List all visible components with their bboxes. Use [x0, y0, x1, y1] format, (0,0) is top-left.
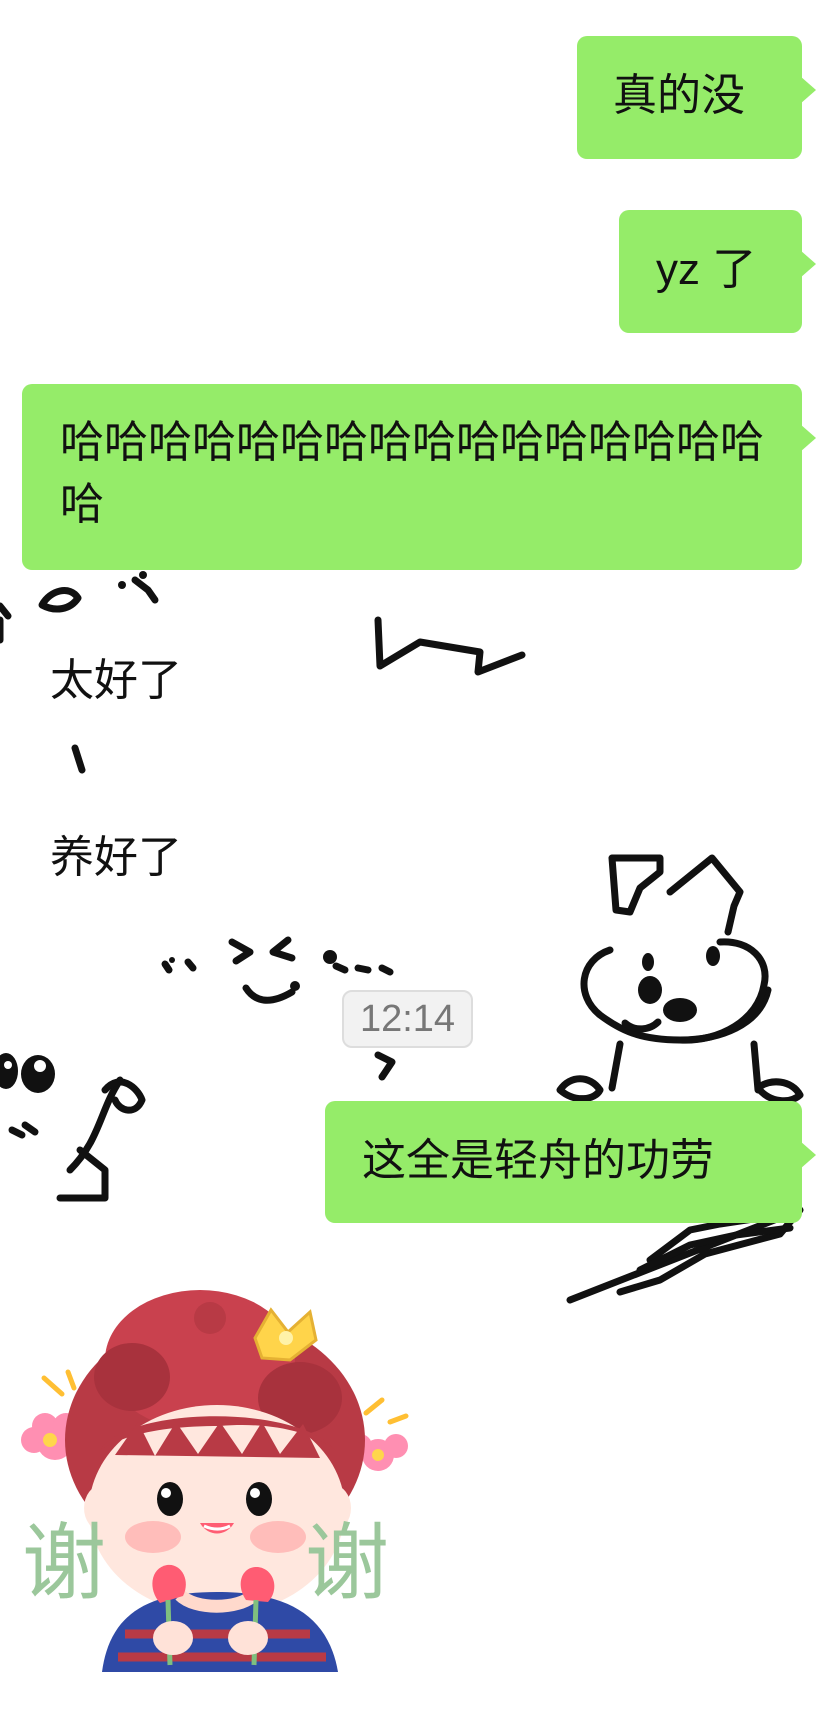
- outgoing-message-3[interactable]: 哈哈哈哈哈哈哈哈哈哈哈哈哈哈哈哈哈: [22, 384, 816, 570]
- cartoon-boy-illustration: 谢 谢: [21, 1290, 409, 1672]
- outgoing-message-1-text: 真的没: [613, 70, 745, 121]
- sticker-char-left: 谢: [22, 1514, 106, 1612]
- incoming-message-1-text: 太好了: [50, 655, 182, 706]
- outgoing-message-3-text: 哈哈哈哈哈哈哈哈哈哈哈哈哈哈哈哈哈: [60, 417, 764, 530]
- thank-you-sticker[interactable]: 谢 谢: [10, 1280, 430, 1700]
- timestamp-text: 12:14: [359, 998, 456, 1040]
- outgoing-message-1[interactable]: 真的没: [577, 36, 816, 159]
- outgoing-message-4-text: 这全是轻舟的功劳: [362, 1135, 714, 1186]
- incoming-message-1[interactable]: 太好了: [20, 634, 210, 724]
- outgoing-message-4[interactable]: 这全是轻舟的功劳: [325, 1101, 816, 1223]
- incoming-message-2[interactable]: 养好了: [20, 811, 210, 901]
- sticker-char-right: 谢: [305, 1514, 389, 1612]
- timestamp: 12:14: [342, 990, 473, 1048]
- outgoing-message-2-text: yz 了: [656, 245, 757, 294]
- incoming-message-2-text: 养好了: [50, 832, 182, 883]
- outgoing-message-2[interactable]: yz 了: [619, 210, 816, 333]
